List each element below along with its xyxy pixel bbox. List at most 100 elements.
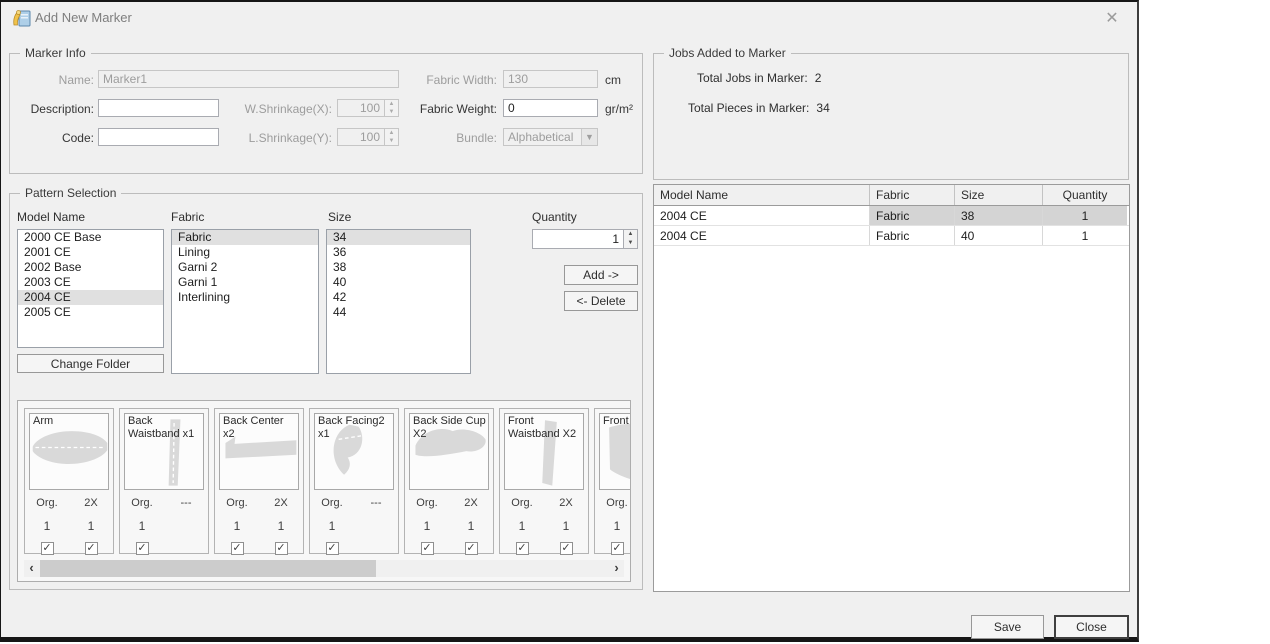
fabric-width-unit: cm — [605, 73, 621, 87]
piece-checkbox[interactable]: ✓ — [231, 542, 244, 555]
piece-col2-label: 2X — [544, 497, 588, 509]
piece-thumbnail: Front Waistband X2 — [504, 413, 584, 490]
code-field[interactable] — [98, 128, 219, 146]
list-item[interactable]: 40 — [327, 275, 470, 290]
table-cell[interactable]: Fabric — [870, 226, 955, 245]
piece-checkbox[interactable]: ✓ — [465, 542, 478, 555]
l-shrinkage-value: 100 — [337, 128, 384, 146]
list-item[interactable]: 2001 CE — [18, 245, 163, 260]
piece-checkbox[interactable]: ✓ — [611, 542, 624, 555]
fabric-weight-unit: gr/m² — [605, 102, 633, 116]
fabric-width-label: Fabric Width: — [401, 73, 497, 87]
quantity-value[interactable]: 1 — [532, 229, 623, 249]
piece-checkbox[interactable]: ✓ — [136, 542, 149, 555]
piece-checkbox[interactable]: ✓ — [560, 542, 573, 555]
save-button[interactable]: Save — [971, 615, 1044, 639]
jobs-summary-group: Jobs Added to Marker Total Jobs in Marke… — [653, 53, 1129, 180]
close-button[interactable]: Close — [1054, 615, 1129, 639]
total-pieces-line: Total Pieces in Marker: 34 — [688, 101, 830, 115]
column-header[interactable]: Quantity — [1043, 185, 1127, 205]
delete-button[interactable]: <- Delete — [564, 291, 638, 311]
w-shrinkage-up-icon: ▲ — [385, 100, 398, 108]
list-item[interactable]: 34 — [327, 230, 470, 245]
table-cell[interactable]: 1 — [1043, 206, 1127, 225]
piece-col1-label: Org. — [215, 497, 259, 509]
list-item[interactable]: Fabric — [172, 230, 318, 245]
column-header[interactable]: Size — [955, 185, 1043, 205]
piece-col2-label: 2X — [69, 497, 113, 509]
quantity-up-icon[interactable]: ▲ — [624, 230, 637, 239]
fabric-list: FabricLiningGarni 2Garni 1Interlining — [171, 229, 319, 374]
piece-thumbnail: Back Facing2 x1 — [314, 413, 394, 490]
piece-col2-label: 2X — [449, 497, 493, 509]
piece-checkbox[interactable]: ✓ — [326, 542, 339, 555]
table-cell[interactable]: 1 — [1043, 226, 1127, 245]
scroll-left-icon[interactable]: ‹ — [24, 560, 39, 577]
description-field[interactable] — [98, 99, 219, 117]
jobs-summary-legend: Jobs Added to Marker — [664, 46, 791, 60]
piece-checkbox[interactable]: ✓ — [275, 542, 288, 555]
list-item[interactable]: 2005 CE — [18, 305, 163, 320]
list-item[interactable]: Lining — [172, 245, 318, 260]
list-item[interactable]: 2000 CE Base — [18, 230, 163, 245]
scroll-right-icon[interactable]: › — [609, 560, 624, 577]
close-icon[interactable]: ✕ — [1098, 7, 1126, 31]
piece-qty2 — [164, 519, 208, 533]
piece-col1-label: Org. — [595, 497, 631, 509]
l-shrinkage-up-icon: ▲ — [385, 129, 398, 137]
piece-col2-label: --- — [164, 497, 208, 509]
piece-title: Front — [603, 415, 631, 428]
change-folder-button[interactable]: Change Folder — [17, 354, 164, 373]
size-column-label: Size — [328, 210, 351, 224]
list-item[interactable]: Garni 1 — [172, 275, 318, 290]
list-item[interactable]: 2003 CE — [18, 275, 163, 290]
list-item[interactable]: Interlining — [172, 290, 318, 305]
column-header[interactable]: Model Name — [654, 185, 870, 205]
list-item[interactable]: 2004 CE — [18, 290, 163, 305]
piece-checkbox[interactable]: ✓ — [85, 542, 98, 555]
l-shrinkage-label: L.Shrinkage(Y): — [236, 131, 332, 145]
piece-col2-label: 2X — [259, 497, 303, 509]
quantity-down-icon[interactable]: ▼ — [624, 239, 637, 248]
table-cell[interactable]: 2004 CE — [654, 206, 870, 225]
piece-col1-label: Org. — [310, 497, 354, 509]
piece-col1-label: Org. — [25, 497, 69, 509]
table-row[interactable]: 2004 CEFabric401 — [654, 226, 1129, 246]
name-label: Name: — [9, 73, 94, 87]
table-cell[interactable]: 38 — [955, 206, 1043, 225]
list-item[interactable]: Garni 2 — [172, 260, 318, 275]
total-pieces-value: 34 — [816, 101, 829, 115]
table-row[interactable]: 2004 CEFabric381 — [654, 206, 1129, 226]
list-item[interactable]: 2002 Base — [18, 260, 163, 275]
list-item[interactable]: 36 — [327, 245, 470, 260]
piece-qty1: 1 — [215, 519, 259, 533]
table-cell[interactable]: Fabric — [870, 206, 955, 225]
marker-info-legend: Marker Info — [20, 46, 91, 60]
model-list: 2000 CE Base2001 CE2002 Base2003 CE2004 … — [17, 229, 164, 348]
piece-thumbnail: Front — [599, 413, 631, 490]
scrollbar-thumb[interactable] — [40, 560, 376, 577]
bundle-label: Bundle: — [401, 131, 497, 145]
add-button[interactable]: Add -> — [564, 265, 638, 285]
piece-checkbox[interactable]: ✓ — [516, 542, 529, 555]
list-item[interactable]: 42 — [327, 290, 470, 305]
total-jobs-label: Total Jobs in Marker: — [697, 71, 808, 85]
column-header[interactable]: Fabric — [870, 185, 955, 205]
table-cell[interactable]: 2004 CE — [654, 226, 870, 245]
list-item[interactable]: 44 — [327, 305, 470, 320]
piece-qty2: 1 — [544, 519, 588, 533]
quantity-stepper[interactable]: 1 ▲▼ — [532, 229, 638, 249]
piece-checkbox[interactable]: ✓ — [41, 542, 54, 555]
list-item[interactable]: 38 — [327, 260, 470, 275]
total-jobs-value: 2 — [815, 71, 822, 85]
fabric-column-label: Fabric — [171, 210, 204, 224]
piece-checkbox[interactable]: ✓ — [421, 542, 434, 555]
table-cell[interactable]: 40 — [955, 226, 1043, 245]
l-shrinkage-spinner: 100 ▲▼ — [337, 128, 399, 146]
l-shrinkage-down-icon: ▼ — [385, 137, 398, 145]
total-pieces-label: Total Pieces in Marker: — [688, 101, 809, 115]
pieces-scrollbar[interactable]: ‹ › — [24, 560, 624, 577]
fabric-weight-field[interactable] — [503, 99, 598, 117]
description-label: Description: — [9, 102, 94, 116]
bundle-value: Alphabetical — [504, 129, 581, 145]
